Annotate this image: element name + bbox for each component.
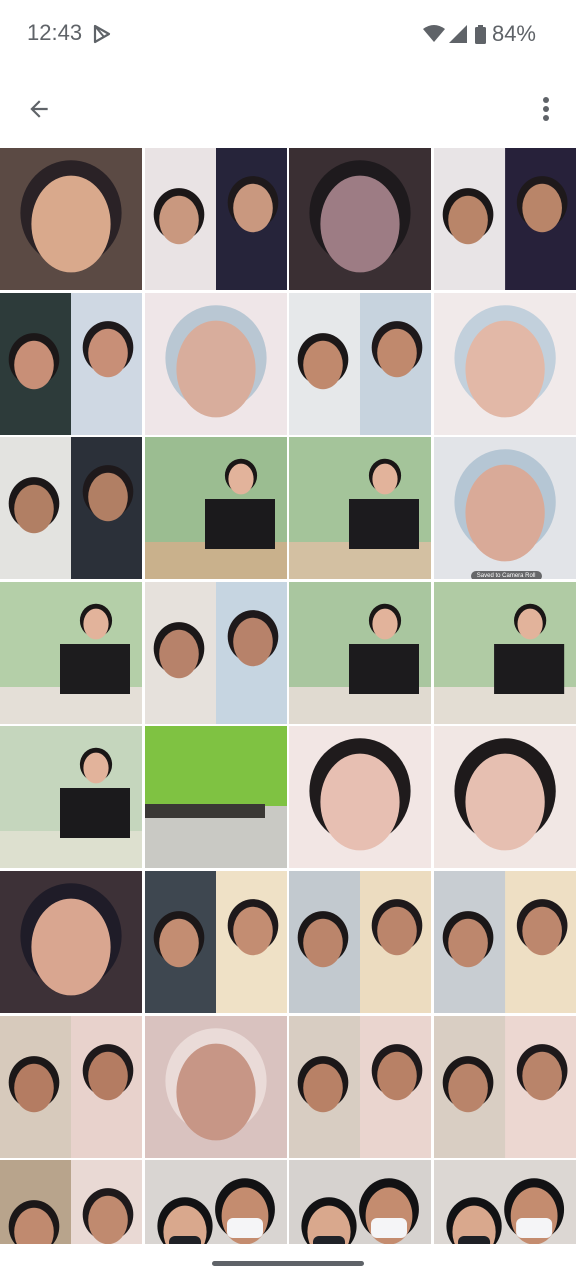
photo-thumbnail[interactable] [433,871,576,1013]
photo-image [289,1160,432,1248]
photo-image [433,292,576,435]
arrow-back-icon [30,100,48,118]
photo-thumbnail[interactable] [0,292,142,435]
home-gesture-bar[interactable] [212,1261,364,1266]
photo-image [433,1015,576,1158]
photo-thumbnail[interactable] [289,437,432,580]
photo-thumbnail[interactable] [289,148,432,290]
photo-image [433,437,576,580]
more-vert-icon [543,97,549,121]
photo-thumbnail[interactable]: Saved to Camera Roll [433,437,576,580]
photo-thumbnail[interactable] [433,1015,576,1158]
photo-thumbnail[interactable] [144,1015,287,1158]
photo-image [0,581,142,724]
photo-thumbnail[interactable] [0,1015,142,1158]
photo-image [289,292,432,435]
photo-image [0,437,142,580]
photo-thumbnail[interactable] [144,581,287,724]
photo-image [144,726,287,869]
photo-thumbnail[interactable] [289,1015,432,1158]
photo-image [289,726,432,869]
photo-thumbnail[interactable] [289,726,432,869]
photo-image [0,148,142,290]
photo-image [289,871,432,1013]
photo-grid: Saved to Camera Roll [0,148,576,1248]
photo-thumbnail[interactable] [289,871,432,1013]
photo-image [289,581,432,724]
app-bar [0,70,576,146]
photo-thumbnail[interactable] [433,581,576,724]
photo-image [144,1015,287,1158]
status-bar: 12:43 84% [0,0,576,70]
photo-image [289,1015,432,1158]
photo-thumbnail[interactable] [433,726,576,869]
photo-image [144,437,287,580]
photo-image [0,1015,142,1158]
photo-thumbnail[interactable] [433,292,576,435]
wifi-icon [422,25,445,42]
photo-thumbnail[interactable] [144,1160,287,1248]
photo-image [0,871,142,1013]
photo-thumbnail[interactable] [0,871,142,1013]
photo-thumbnail[interactable] [0,148,142,290]
battery-icon [474,24,486,44]
play-store-icon [93,24,111,44]
photo-image [144,292,287,435]
photo-thumbnail[interactable] [144,726,287,869]
photo-image [0,292,142,435]
status-time: 12:43 [27,20,83,45]
photo-thumbnail[interactable] [144,292,287,435]
photo-thumbnail[interactable] [289,1160,432,1248]
photo-image [289,148,432,290]
photo-image [433,726,576,869]
photo-thumbnail[interactable] [0,581,142,724]
photo-image [433,148,576,290]
photo-thumbnail[interactable] [289,292,432,435]
photo-image [433,581,576,724]
photo-image [144,1160,287,1248]
status-icons: 84% [422,20,536,48]
photo-thumbnail[interactable] [433,148,576,290]
photo-thumbnail[interactable] [144,871,287,1013]
navigation-bar [0,1244,576,1280]
photo-image [0,1160,142,1248]
back-button[interactable] [18,88,60,130]
photo-image [433,871,576,1013]
photo-thumbnail[interactable] [0,437,142,580]
photo-image [144,871,287,1013]
saved-toast: Saved to Camera Roll [470,571,542,580]
photo-thumbnail[interactable] [0,726,142,869]
photo-image [289,437,432,580]
more-options-button[interactable] [530,88,562,130]
photo-thumbnail[interactable] [144,437,287,580]
photo-image [433,1160,576,1248]
photo-thumbnail[interactable] [0,1160,142,1248]
photo-image [144,148,287,290]
photo-image [0,726,142,869]
photo-image [144,581,287,724]
signal-icon [448,25,467,43]
photo-thumbnail[interactable] [433,1160,576,1248]
photo-thumbnail[interactable] [144,148,287,290]
battery-percent: 84% [491,21,536,46]
photo-thumbnail[interactable] [289,581,432,724]
